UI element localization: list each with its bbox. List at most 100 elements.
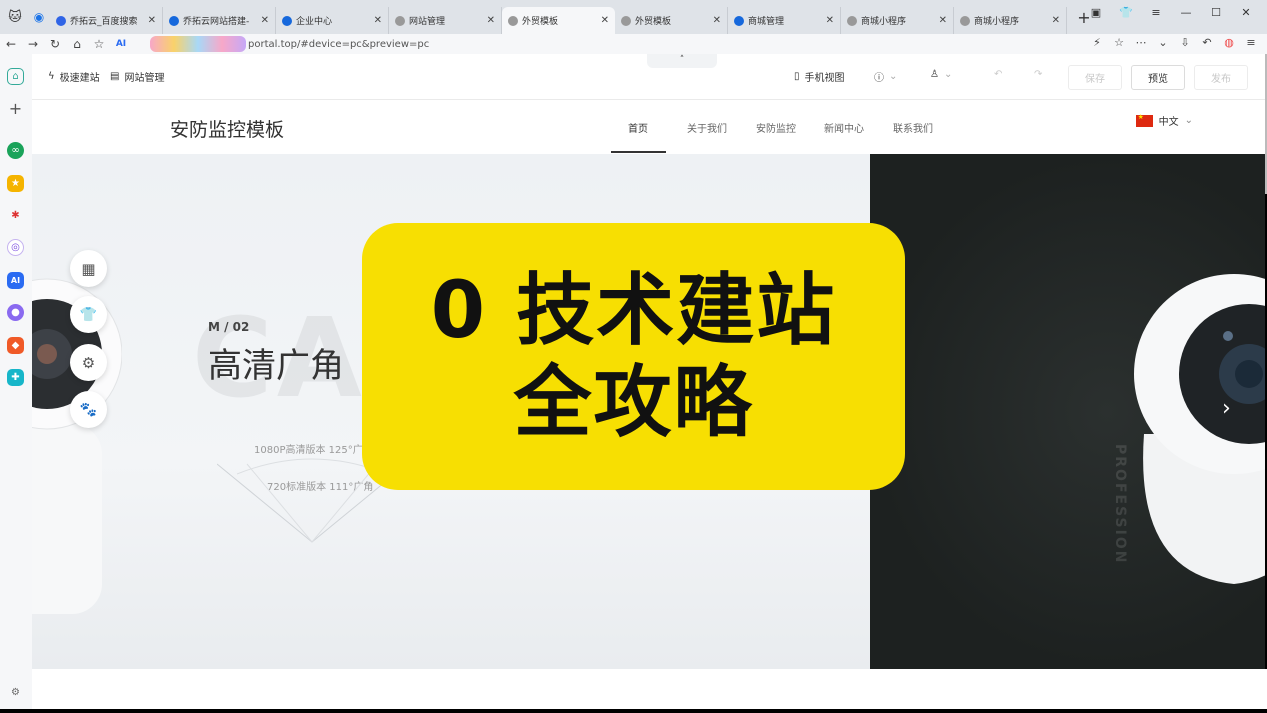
language-selector[interactable]: 中文 ⌄ [1135, 113, 1193, 128]
quick-build-button[interactable]: ϟ 极速建站 [48, 69, 100, 84]
sticker-overlay [150, 36, 246, 52]
quick-build-label: 极速建站 [59, 73, 100, 84]
settings-icon[interactable]: ⚙ [7, 684, 24, 701]
nav-news[interactable]: 新闻中心 [824, 120, 864, 135]
address-tools: ⚡ ☆ ⋯ ⌄ ⇩ ↶ ◍ ≡ [1089, 36, 1259, 49]
favorite-icon[interactable]: ☆ [1111, 36, 1127, 49]
home-icon[interactable]: ⌂ [7, 68, 24, 85]
collapse-toolbar-button[interactable]: ˄ [647, 54, 717, 68]
close-tab-icon[interactable]: ✕ [939, 15, 947, 26]
browser-tab-bar: 🐱 ◉ 乔拓云_百度搜索 ✕ 乔拓云网站搭建- ✕ 企业中心 ✕ 网站管理 ✕ 外贸模板 ✕ 外贸模… [0, 0, 1267, 34]
tool-app-icon[interactable]: ✚ [7, 369, 24, 386]
browser-tab[interactable]: 乔拓云_百度搜索 ✕ [50, 7, 163, 34]
ai-app-icon[interactable]: AI [7, 272, 24, 289]
close-window-button[interactable]: ✕ [1231, 6, 1261, 19]
close-tab-icon[interactable]: ✕ [487, 15, 495, 26]
close-tab-icon[interactable]: ✕ [826, 15, 834, 26]
nav-about[interactable]: 关于我们 [687, 120, 727, 135]
redo-button[interactable]: ↷ [1034, 69, 1042, 80]
add-icon[interactable]: + [7, 99, 24, 118]
undo-icon[interactable]: ↶ [1199, 36, 1215, 49]
game-app-icon[interactable]: ◆ [7, 337, 24, 354]
minimize-button[interactable]: — [1171, 6, 1201, 19]
site-manage-button[interactable]: ▤ 网站管理 [110, 69, 164, 84]
mobile-view-button[interactable]: ▯ 手机视图 [794, 69, 845, 84]
promo-line-2: 全攻略 [513, 357, 754, 448]
close-tab-icon[interactable]: ✕ [601, 15, 609, 26]
browser-window-icon: ▤ [110, 71, 120, 82]
chat-app-icon[interactable]: ◎ [7, 239, 24, 256]
theme-button[interactable]: 👕 [70, 296, 107, 333]
close-tab-icon[interactable]: ✕ [1052, 15, 1060, 26]
ai-icon[interactable]: AI [110, 39, 132, 49]
preview-label: 预览 [1148, 74, 1168, 85]
close-tab-icon[interactable]: ✕ [713, 15, 721, 26]
reload-icon[interactable]: ↻ [44, 37, 66, 51]
browser-tab[interactable]: 商城小程序 ✕ [954, 7, 1067, 34]
help-button[interactable]: ⓘ ⌄ [874, 69, 897, 84]
preview-button[interactable]: 预览 [1131, 65, 1185, 90]
browser-tab[interactable]: 外贸模板 ✕ [502, 7, 615, 34]
home-icon[interactable]: ⌂ [66, 37, 88, 51]
maximize-button[interactable]: ☐ [1201, 6, 1231, 19]
menu-icon[interactable]: ≡ [1141, 6, 1171, 19]
network-app-icon[interactable]: ✱ [7, 207, 24, 224]
tab-title: 外贸模板 [522, 17, 559, 27]
close-tab-icon[interactable]: ✕ [374, 15, 382, 26]
language-label: 中文 [1158, 117, 1179, 128]
save-label: 保存 [1085, 74, 1105, 85]
extension-icon[interactable]: ◉ [28, 10, 50, 24]
save-button[interactable]: 保存 [1068, 65, 1122, 90]
tab-favicon-icon [508, 15, 518, 26]
publish-label: 发布 [1211, 74, 1231, 85]
nav-home[interactable]: 首页 [628, 120, 648, 135]
nav-security[interactable]: 安防监控 [756, 120, 796, 135]
next-slide-arrow[interactable]: › [1222, 396, 1231, 421]
china-flag-icon [1135, 113, 1153, 127]
tab-favicon-icon [282, 15, 292, 26]
pets-button[interactable]: 🐾 [70, 391, 107, 428]
site-header: 安防监控模板 首页 关于我们 安防监控 新闻中心 联系我们 中文 ⌄ [32, 100, 1265, 154]
nav-contact[interactable]: 联系我们 [893, 120, 933, 135]
chevron-down-icon: ⌄ [889, 71, 898, 82]
tab-favicon-icon [169, 15, 179, 26]
link-app-icon[interactable]: ∞ [7, 142, 24, 159]
settings-button[interactable]: ⚙ [70, 344, 107, 381]
tab-favicon-icon [395, 15, 405, 26]
browser-tab[interactable]: 企业中心 ✕ [276, 7, 389, 34]
browser-tab[interactable]: 商城小程序 ✕ [841, 7, 954, 34]
bot-app-icon[interactable]: ● [7, 304, 24, 321]
browser-tab[interactable]: 商城管理 ✕ [728, 7, 841, 34]
modules-button[interactable]: ▦ [70, 250, 107, 287]
tab-title: 商城小程序 [861, 17, 907, 27]
grid-icon: ▦ [81, 259, 96, 278]
star-app-icon[interactable]: ★ [7, 175, 24, 192]
back-icon[interactable]: ← [0, 37, 22, 51]
publish-button[interactable]: 发布 [1194, 65, 1248, 90]
promo-overlay-card: 0 技术建站 全攻略 [362, 223, 905, 490]
bookmark-star-icon[interactable]: ☆ [88, 37, 110, 51]
skin-icon[interactable]: 👕 [1111, 6, 1141, 19]
browser-logo-icon[interactable]: 🐱 [2, 4, 28, 30]
browser-tab[interactable]: 乔拓云网站搭建- ✕ [163, 7, 276, 34]
help-icon: ⓘ [874, 73, 884, 84]
browser-tab[interactable]: 网站管理 ✕ [389, 7, 502, 34]
undo-button[interactable]: ↶ [994, 69, 1002, 80]
download-icon[interactable]: ⇩ [1177, 36, 1193, 49]
chevron-down-icon[interactable]: ⌄ [1155, 36, 1171, 49]
browser-tab[interactable]: 外贸模板 ✕ [615, 7, 728, 34]
url-field[interactable]: portal.top/#device=pc&preview=pc [150, 36, 429, 52]
close-tab-icon[interactable]: ✕ [261, 15, 269, 26]
forward-icon[interactable]: → [22, 37, 44, 51]
more-icon[interactable]: ⋯ [1133, 36, 1149, 49]
close-tab-icon[interactable]: ✕ [148, 15, 156, 26]
profile-icon[interactable]: ◍ [1221, 36, 1237, 49]
sidebar-toggle-icon[interactable]: ▣ [1081, 6, 1111, 19]
flash-icon[interactable]: ⚡ [1089, 36, 1105, 49]
account-button[interactable]: ♙ ⌄ [930, 69, 952, 80]
hamburger-icon[interactable]: ≡ [1243, 36, 1259, 49]
tab-favicon-icon [960, 15, 970, 26]
tab-title: 外贸模板 [635, 17, 672, 27]
tab-title: 乔拓云_百度搜索 [70, 17, 138, 27]
phone-icon: ▯ [794, 71, 800, 82]
